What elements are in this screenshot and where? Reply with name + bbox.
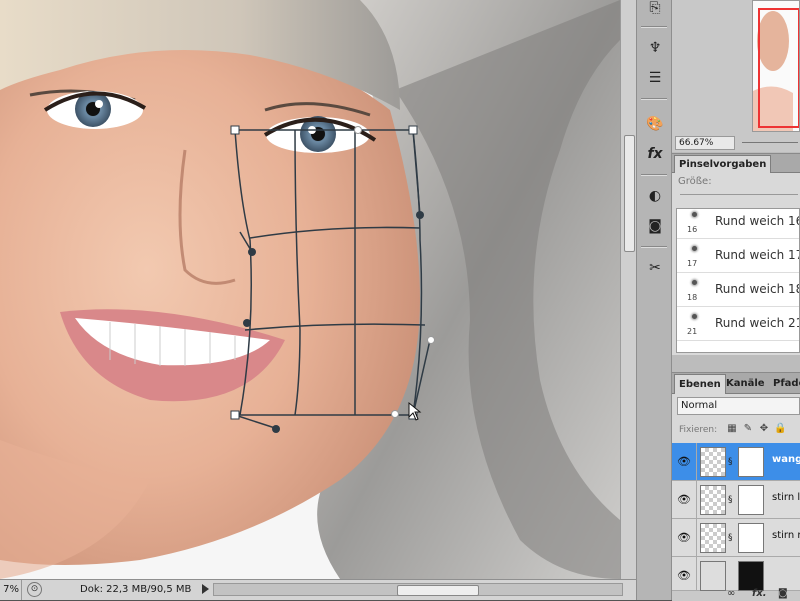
tools-icon[interactable]: ✂: [643, 256, 667, 280]
brush-size-slider[interactable]: [680, 194, 798, 195]
status-menu-arrow-icon[interactable]: [202, 584, 209, 594]
fx-icon[interactable]: fx: [643, 142, 667, 166]
lock-label: Fixieren:: [679, 425, 718, 435]
link-chain-icon[interactable]: §: [728, 456, 736, 468]
brush-tip-icon: [692, 280, 697, 285]
lock-all-icon[interactable]: 🔒: [774, 423, 786, 435]
status-zoom-level[interactable]: 7%: [0, 580, 22, 600]
strip-divider: [641, 26, 667, 28]
brush-name: Rund weich 16: [715, 214, 800, 228]
tab-paths[interactable]: Pfade: [769, 374, 800, 394]
layer-row[interactable]: 👁 § stirn li: [672, 481, 800, 519]
brush-size-number: 17: [687, 259, 698, 268]
portrait-photo: [0, 0, 620, 579]
navigator-panel: 66.67%: [672, 0, 800, 152]
brush-size-label: Größe:: [678, 176, 712, 187]
layer-row[interactable]: 👁 § stirn re: [672, 519, 800, 557]
list-item[interactable]: 17 Rund weich 17: [677, 239, 800, 273]
brush-size-number: 18: [687, 293, 698, 302]
tab-channels[interactable]: Kanäle: [722, 374, 769, 394]
vertical-scroll-thumb[interactable]: [624, 135, 635, 252]
layer-row[interactable]: 👁 § wangen: [672, 443, 800, 481]
vertical-scrollbar[interactable]: [620, 0, 636, 579]
fx-button[interactable]: fx.: [752, 588, 767, 599]
link-chain-icon[interactable]: §: [728, 532, 736, 544]
history-brush-icon[interactable]: ⎘: [643, 0, 667, 20]
horizontal-scrollbar[interactable]: [213, 583, 623, 596]
brush-name: Rund weich 18: [715, 282, 800, 296]
navigator-zoom-field[interactable]: 66.67%: [675, 136, 735, 150]
brush-size-number: 16: [687, 225, 698, 234]
layer-name[interactable]: stirn li: [772, 492, 800, 503]
eye-icon[interactable]: 👁: [677, 455, 691, 469]
strip-divider: [641, 174, 667, 176]
mask-icon[interactable]: ◙: [643, 214, 667, 238]
layers-tabbar: Ebenen Kanäle Pfade: [672, 373, 800, 394]
navigator-zoom-slider[interactable]: [742, 142, 798, 143]
lock-position-icon[interactable]: ✥: [758, 423, 770, 435]
layer-thumbnail[interactable]: [700, 447, 726, 477]
layer-mask-thumbnail[interactable]: [738, 561, 764, 591]
strip-divider: [641, 98, 667, 100]
brush-name: Rund weich 17: [715, 248, 800, 262]
horizontal-scroll-thumb[interactable]: [397, 585, 479, 596]
lock-transparent-icon[interactable]: ▦: [726, 423, 738, 435]
layer-divider: [696, 519, 697, 556]
eye-icon[interactable]: 👁: [677, 493, 691, 507]
lock-pixels-icon[interactable]: ✎: [742, 423, 754, 435]
palette-icon[interactable]: 🎨: [643, 112, 667, 136]
status-info-icon[interactable]: ⊙: [27, 582, 42, 597]
layer-name[interactable]: wangen: [772, 454, 800, 465]
layer-mask-thumbnail[interactable]: [738, 485, 764, 515]
layer-thumbnail[interactable]: [700, 485, 726, 515]
adjust-icon[interactable]: ◐: [643, 184, 667, 208]
stamp-stack-icon[interactable]: ☰: [643, 66, 667, 90]
layer-mask-thumbnail[interactable]: [738, 523, 764, 553]
eye-icon[interactable]: 👁: [677, 569, 691, 583]
tab-brush-presets[interactable]: Pinselvorgaben: [674, 155, 772, 173]
link-layers-icon[interactable]: ∞: [727, 588, 735, 599]
layer-divider: [696, 481, 697, 518]
brush-size-number: 21: [687, 327, 698, 336]
layer-divider: [696, 557, 697, 594]
list-item[interactable]: 21 Rund weich 21: [677, 307, 800, 341]
layer-row[interactable]: 👁: [672, 557, 800, 594]
right-panel-dock: 66.67% Pinselvorgaben Größe: 16 Rund wei…: [672, 0, 800, 601]
brush-presets-tabbar: Pinselvorgaben: [672, 154, 800, 173]
status-bar: 7% ⊙ Dok: 22,3 MB/90,5 MB: [0, 579, 636, 600]
add-mask-icon[interactable]: ◙: [778, 588, 788, 599]
blend-mode-select[interactable]: Normal: [677, 397, 800, 415]
layers-panel: Ebenen Kanäle Pfade Normal Fixieren: ▦ ✎…: [672, 372, 800, 601]
layer-mask-thumbnail[interactable]: [738, 447, 764, 477]
layer-thumbnail[interactable]: [700, 561, 726, 591]
navigator-preview[interactable]: [752, 0, 800, 132]
puppet-pin-icon[interactable]: ♆: [643, 36, 667, 60]
panel-icon-strip: ⎘ ♆ ☰ 🎨 fx ◐ ◙ ✂: [636, 0, 672, 600]
list-item[interactable]: 16 Rund weich 16: [677, 209, 800, 239]
document-canvas[interactable]: [0, 0, 620, 579]
brush-tip-icon: [692, 246, 697, 251]
layer-name[interactable]: stirn re: [772, 530, 800, 541]
strip-divider: [641, 246, 667, 248]
navigator-thumbnail-image: [753, 1, 799, 131]
layer-thumbnail[interactable]: [700, 523, 726, 553]
layer-divider: [696, 443, 697, 480]
link-chain-icon[interactable]: §: [728, 494, 736, 506]
tab-layers[interactable]: Ebenen: [674, 374, 726, 394]
list-item[interactable]: 18 Rund weich 18: [677, 273, 800, 307]
brush-name: Rund weich 21: [715, 316, 800, 330]
brush-tip-icon: [692, 212, 697, 217]
document-size-info: Dok: 22,3 MB/90,5 MB: [80, 584, 192, 595]
eye-icon[interactable]: 👁: [677, 531, 691, 545]
brush-tip-icon: [692, 314, 697, 319]
brush-preset-list[interactable]: 16 Rund weich 16 17 Rund weich 17 18 Run…: [676, 208, 800, 353]
